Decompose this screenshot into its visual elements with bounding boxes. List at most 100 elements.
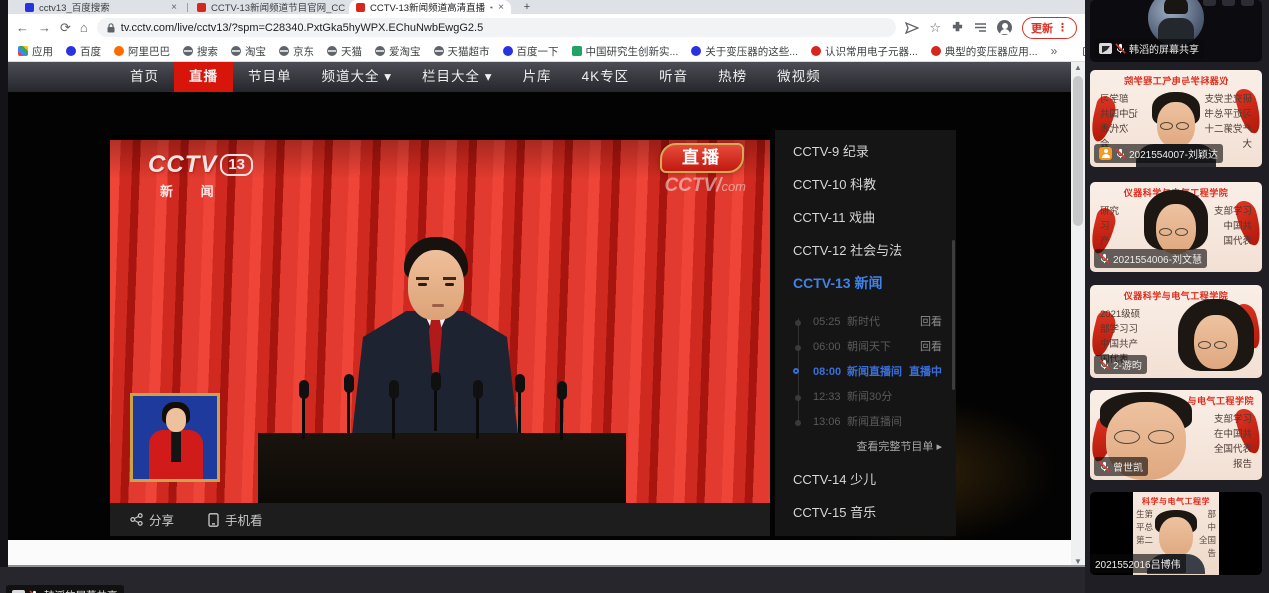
nav-programs-dropdown[interactable]: 栏目大全 ▾ (407, 62, 508, 92)
participant-tile-zengshikai[interactable]: 与电气工程学院 支部学习 在中国共 全国代表 报告 曾世凯 (1090, 390, 1262, 480)
bookmark-baidu-search[interactable]: 百度一下 (503, 44, 559, 59)
interpreter-shirt (171, 432, 181, 462)
nav-schedule[interactable]: 节目单 (233, 62, 307, 92)
extensions-icon[interactable] (951, 21, 964, 34)
bookmarks-overflow-chevron[interactable]: » (1051, 44, 1058, 58)
globe-icon (375, 46, 385, 56)
channel-cctv10[interactable]: CCTV-10 科教 (775, 168, 956, 201)
menu-dots-icon[interactable]: ⋮ (1057, 21, 1068, 34)
doc-icon (572, 46, 582, 56)
nav-audio[interactable]: 听音 (644, 62, 703, 92)
replay-link[interactable]: 回看 (920, 335, 942, 360)
bookmark-taobao[interactable]: 淘宝 (231, 44, 266, 59)
bookmark-transformer1[interactable]: 关于变压器的这些... (691, 44, 798, 59)
nav-home[interactable]: 首页 (115, 62, 174, 92)
bookmark-label: 百度一下 (517, 44, 559, 59)
tab-cctv-official[interactable]: CCTV-13新闻频道节目官网_CCT × (190, 0, 346, 14)
speaker-brow (443, 277, 456, 280)
tab-close-icon[interactable]: × (498, 2, 504, 13)
watermark-com: com (721, 179, 746, 194)
timeline-dot (795, 420, 801, 426)
tab-label: CCTV-13新闻频道高清直播 (370, 0, 485, 14)
bookmark-components[interactable]: 认识常用电子元器... (811, 44, 918, 59)
bookmark-label: 典型的变压器应用... (945, 44, 1038, 59)
channel-cctv12[interactable]: CCTV-12 社会与法 (775, 234, 956, 267)
nav-library[interactable]: 片库 (508, 62, 567, 92)
schedule-time: 08:00 (813, 360, 847, 385)
bookmark-aitaobao[interactable]: 爱淘宝 (375, 44, 421, 59)
schedule-row[interactable]: 06:00朝闻天下回看 (775, 335, 956, 360)
reload-button[interactable]: ⟳ (60, 21, 71, 34)
participant-name: 曾世凯 (1113, 459, 1143, 474)
participant-tile-liuwenhui[interactable]: 仪器科学与电气工程学院 研究支部学习 习中国共 产国代表 2021554006-… (1090, 182, 1262, 272)
tab-cctv-live-active[interactable]: CCTV-13新闻频道高清直播 × (349, 0, 511, 14)
microphone (434, 389, 437, 431)
microphone (392, 397, 395, 439)
college-banner: 科学与电气工程学 (1133, 496, 1219, 507)
tab-label: CCTV-13新闻频道节目官网_CCT (211, 0, 346, 14)
panel-scrollbar[interactable] (952, 240, 955, 390)
tab-list-icon[interactable] (974, 22, 987, 33)
tile-controls[interactable] (1203, 0, 1254, 6)
bottom-screen-share-label: 韩滔的屏幕共享 (6, 585, 124, 593)
bookmark-apps[interactable]: 应用 (18, 44, 53, 59)
participant-tile-liuyingda[interactable]: 仪器科学与电气工程学院 研究生党支部学习 习近平总书记中国共 产党第二十次代表 … (1090, 70, 1262, 167)
replay-link[interactable]: 回看 (920, 310, 942, 335)
tab-baidu-search[interactable]: cctv13_百度搜索 × (18, 0, 184, 14)
nav-microvideo[interactable]: 微视频 (762, 62, 836, 92)
address-bar[interactable]: tv.cctv.com/live/cctv13/?spm=C28340.PxtG… (97, 18, 897, 37)
microphone (476, 397, 479, 439)
nav-4k[interactable]: 4K专区 (567, 62, 645, 92)
red-site-icon (931, 46, 941, 56)
nav-channels-dropdown[interactable]: 频道大全 ▾ (307, 62, 408, 92)
full-schedule-link[interactable]: 查看完整节目单 ▸ (775, 435, 956, 459)
bookmark-label: 百度 (80, 44, 101, 59)
nav-live[interactable]: 直播 (174, 62, 233, 92)
schedule-row[interactable]: 12:33新闻30分 (775, 385, 956, 410)
forward-button[interactable]: → (38, 21, 51, 34)
home-button[interactable]: ⌂ (80, 21, 88, 34)
participant-tile-lvbowei[interactable]: 科学与电气工程学 生第部 平总中 第二全国 告 2021552016吕博伟 (1090, 492, 1262, 575)
channel-cctv9[interactable]: CCTV-9 纪录 (775, 135, 956, 168)
schedule-row[interactable]: 05:25新时代回看 (775, 310, 956, 335)
send-icon[interactable] (905, 22, 919, 34)
live-now-label: 直播中 (909, 360, 942, 385)
tab-close-icon[interactable]: × (171, 2, 177, 13)
cctvcom-watermark: CCTV/com (664, 175, 746, 197)
bookmark-jd[interactable]: 京东 (279, 44, 314, 59)
scrollbar-thumb[interactable] (1073, 76, 1083, 226)
video-player[interactable]: CCTV13 新 闻 直播 CCTV/com (110, 135, 770, 503)
bookmark-graduate[interactable]: 中国研究生创新实... (572, 44, 679, 59)
profile-avatar-icon[interactable] (997, 20, 1012, 35)
bookmark-tmall-market[interactable]: 天猫超市 (434, 44, 490, 59)
share-label: 分享 (149, 510, 174, 529)
scroll-up-arrow[interactable]: ▲ (1071, 63, 1085, 72)
participant-tile-youyun[interactable]: 仪器科学与电气工程学院 2021级硕 部学习习 中国共产 国代表 2-游昀 (1090, 285, 1262, 378)
interpreter-face (166, 408, 186, 432)
chrome-update-button[interactable]: 更新 ⋮ (1022, 17, 1077, 39)
bookmark-baidu[interactable]: 百度 (66, 44, 101, 59)
sign-language-inset (130, 393, 220, 482)
participant-tile-screenshare[interactable]: 韩滔的屏幕共享 (1090, 0, 1262, 62)
bookmark-alibaba[interactable]: 阿里巴巴 (114, 44, 170, 59)
channel-cctv13-active[interactable]: CCTV-13 新闻 (775, 267, 956, 300)
nav-trending[interactable]: 热榜 (703, 62, 762, 92)
bookmark-tmall[interactable]: 天猫 (327, 44, 362, 59)
schedule-row-live[interactable]: 08:00新闻直播间直播中 (775, 360, 956, 385)
mic-muted-icon (1115, 148, 1126, 159)
page-scrollbar[interactable]: ▲ ▼ (1071, 62, 1085, 567)
new-tab-button[interactable]: + (520, 2, 534, 14)
mic-muted-icon (1099, 359, 1110, 370)
channel-cctv15[interactable]: CCTV-15 音乐 (775, 496, 956, 529)
tab-audio-icon[interactable] (490, 3, 493, 12)
share-button[interactable]: 分享 (130, 510, 174, 529)
channel-cctv11[interactable]: CCTV-11 戏曲 (775, 201, 956, 234)
bookmark-search[interactable]: 搜索 (183, 44, 218, 59)
back-button[interactable]: ← (16, 21, 29, 34)
channel-cctv14[interactable]: CCTV-14 少儿 (775, 463, 956, 496)
bookmark-transformer2[interactable]: 典型的变压器应用... (931, 44, 1038, 59)
watch-on-phone-button[interactable]: 手机看 (208, 510, 263, 529)
schedule-row[interactable]: 13:06新闻直播间 (775, 410, 956, 435)
baidu-icon (66, 46, 76, 56)
bookmark-star-icon[interactable]: ☆ (929, 21, 941, 34)
